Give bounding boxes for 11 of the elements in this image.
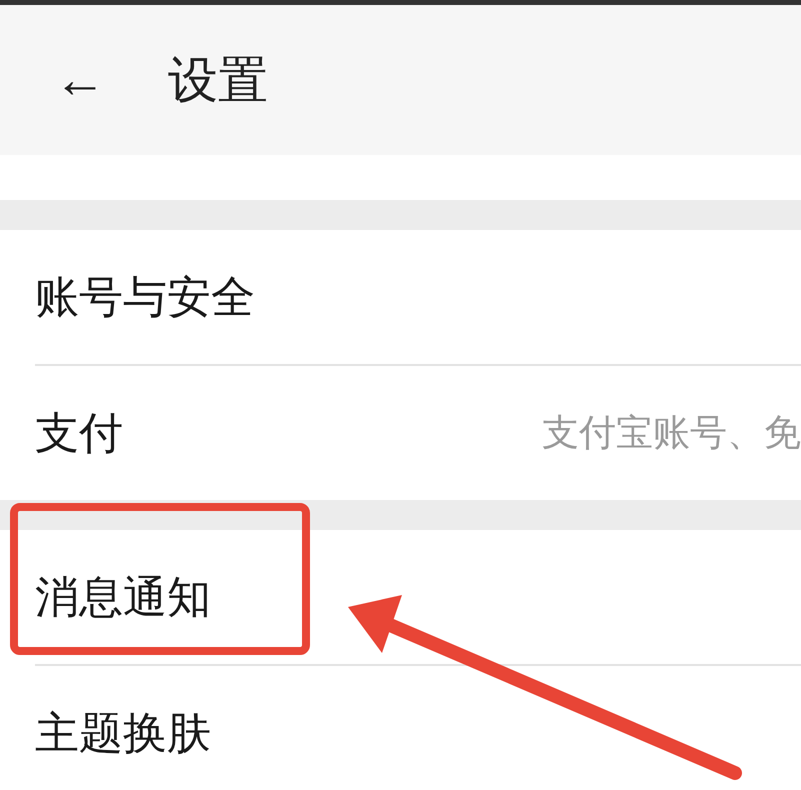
page-title: 设置 xyxy=(168,50,268,110)
item-label: 账号与安全 xyxy=(35,270,255,324)
settings-row[interactable]: 账号与安全 xyxy=(35,230,801,364)
item-label: 支付 xyxy=(35,406,123,460)
back-button[interactable]: ← xyxy=(54,54,106,106)
item-label: 消息通知 xyxy=(35,570,211,624)
settings-row[interactable]: 主题换肤 xyxy=(35,664,801,790)
item-label: 主题换肤 xyxy=(35,706,211,760)
item-detail: 支付宝账号、免 xyxy=(541,410,801,456)
settings-row[interactable]: 消息通知 xyxy=(35,530,801,664)
settings-row[interactable]: 支付 支付宝账号、免 xyxy=(35,364,801,500)
